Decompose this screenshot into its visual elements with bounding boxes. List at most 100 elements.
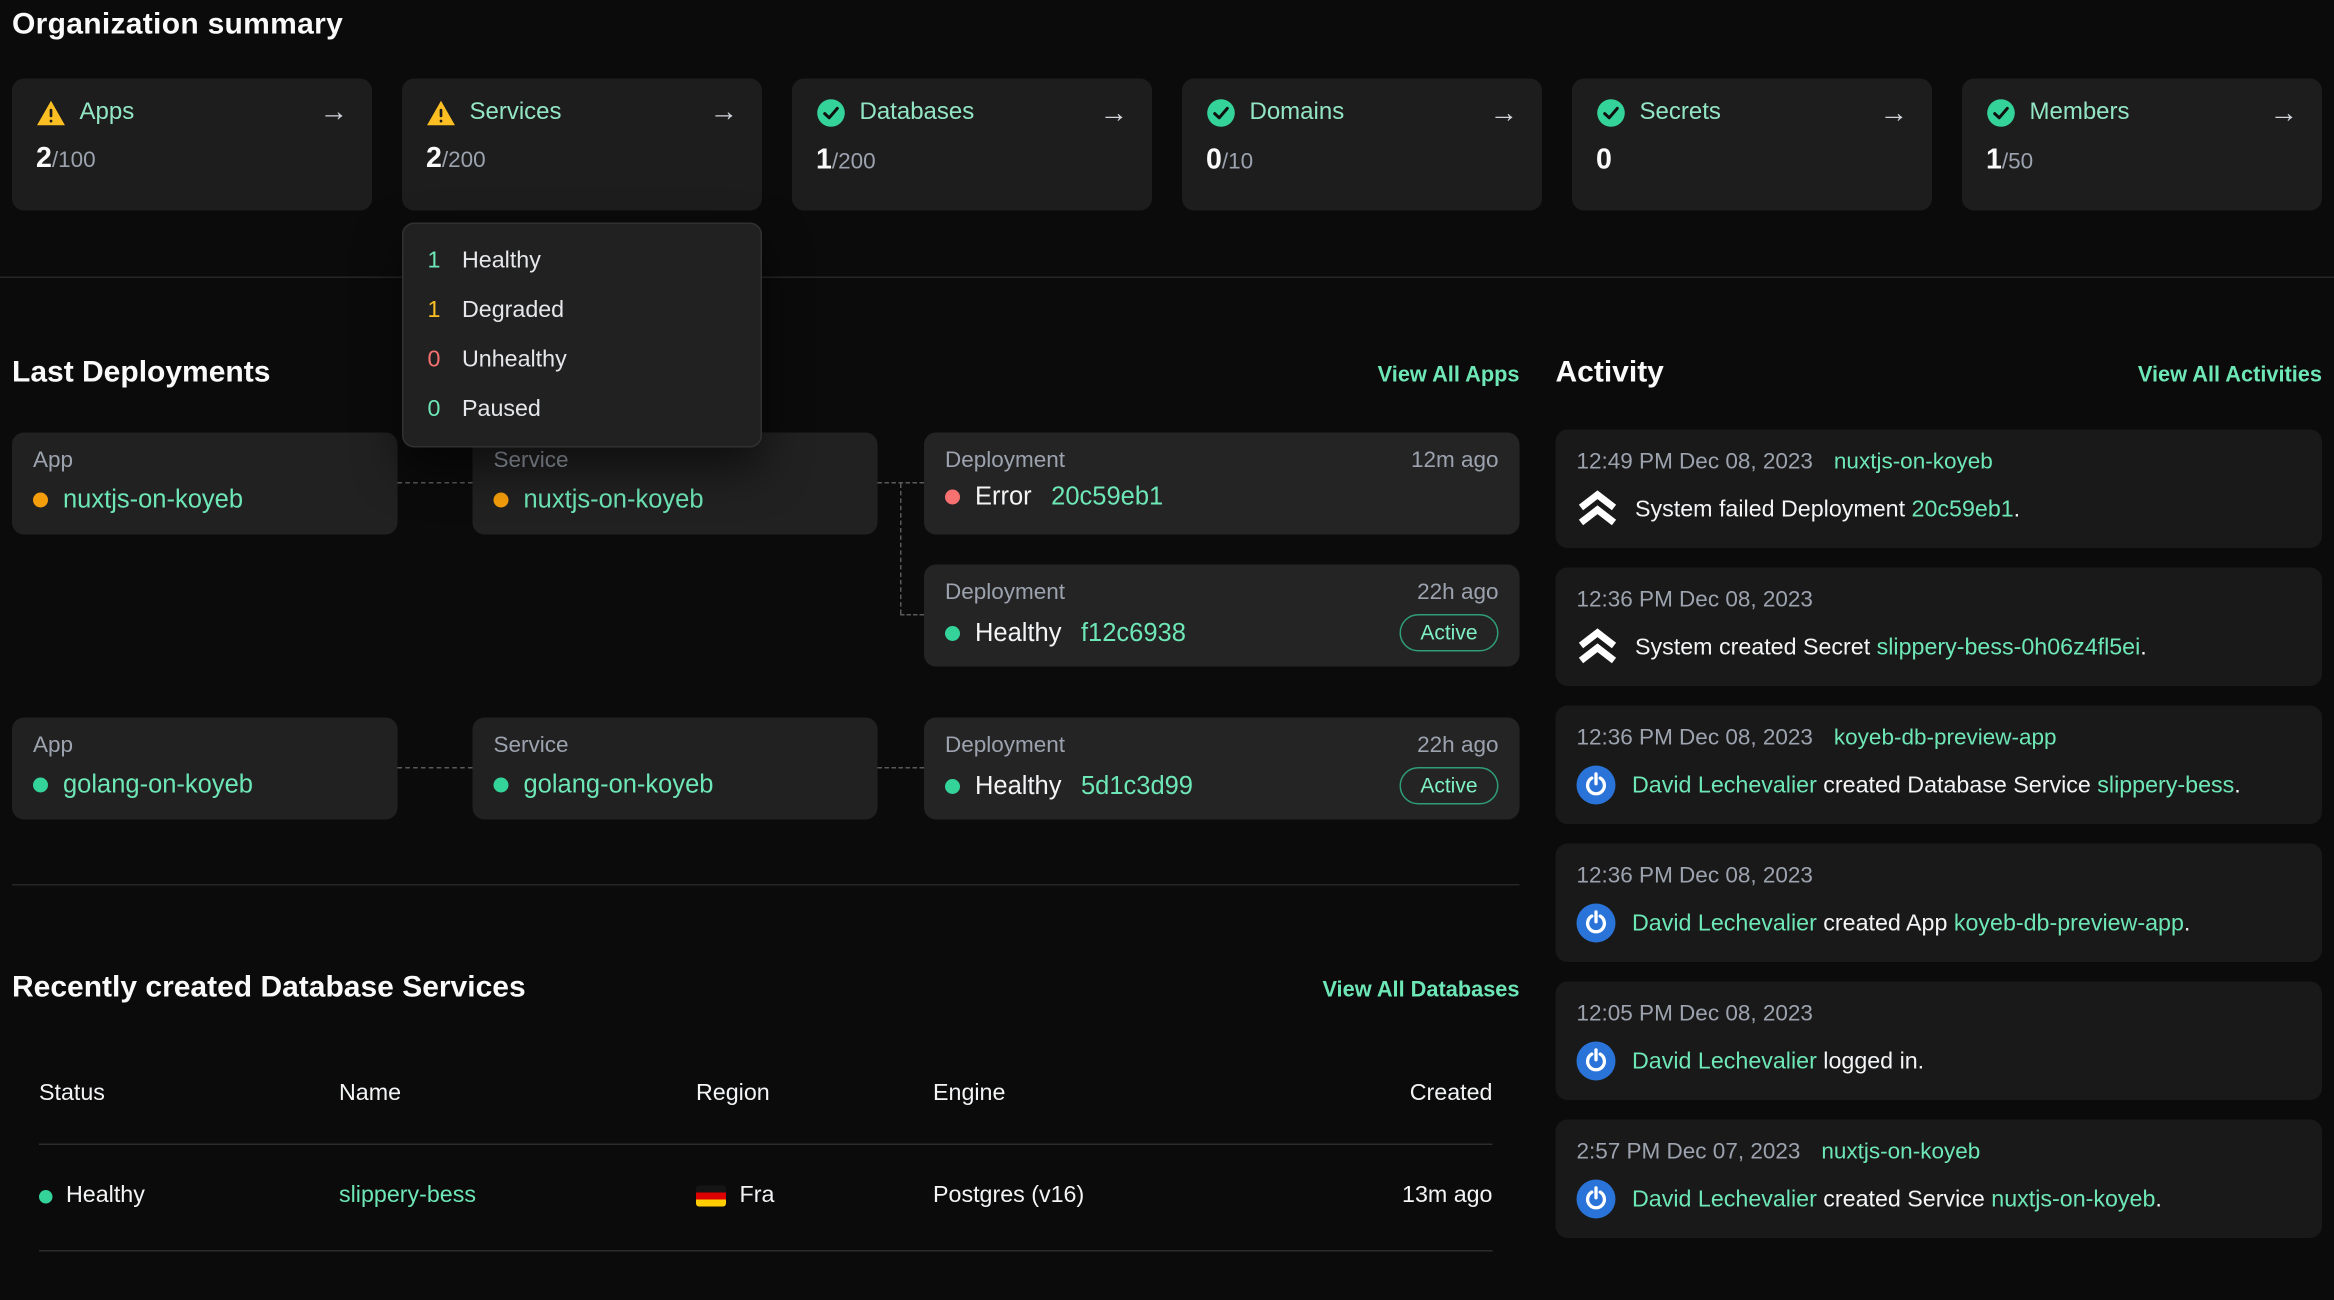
activity-text-link[interactable]: slippery-bess [2097, 773, 2234, 799]
deployment-id-link[interactable]: 5d1c3d99 [1081, 771, 1193, 801]
app-card-label: App [33, 733, 377, 759]
view-all-apps-link[interactable]: View All Apps [1378, 364, 1520, 388]
summary-card-quota: /50 [2002, 149, 2033, 175]
summary-card-members-wrap: Members → 1/50 [1962, 79, 2322, 211]
service-name-link[interactable]: nuxtjs-on-koyeb [524, 485, 704, 515]
activity-time: 12:36 PM Dec 08, 2023 [1577, 862, 1813, 891]
column-header-region: Region [696, 1081, 933, 1108]
popover-row-degraded[interactable]: 1Degraded [404, 286, 761, 336]
activity-context-link[interactable]: nuxtjs-on-koyeb [1821, 1138, 1980, 1167]
app-card[interactable]: App nuxtjs-on-koyeb [12, 433, 398, 535]
connector-line [398, 767, 473, 769]
user-avatar-icon [1577, 904, 1616, 943]
status-dot [945, 490, 960, 505]
service-name-link[interactable]: golang-on-koyeb [524, 770, 714, 800]
activity-time: 12:36 PM Dec 08, 2023 [1577, 724, 1813, 753]
activity-text: . [2234, 773, 2240, 799]
deployment-id-link[interactable]: f12c6938 [1081, 618, 1186, 648]
check-circle-icon [816, 98, 846, 128]
arrow-right-icon[interactable]: → [710, 98, 739, 127]
activity-text-link[interactable]: David Lechevalier [1632, 773, 1817, 799]
activity-time: 12:36 PM Dec 08, 2023 [1577, 586, 1813, 615]
column-header-name: Name [339, 1081, 696, 1108]
summary-card-count: 1 [816, 145, 832, 177]
section-divider [12, 884, 1520, 886]
deployment-card[interactable]: Deployment 22h ago Healthy f12c6938 Acti… [924, 565, 1520, 667]
app-name-link[interactable]: golang-on-koyeb [63, 770, 253, 800]
status-count: 1 [428, 247, 445, 276]
activity-item: 12:36 PM Dec 08, 2023 System created Sec… [1556, 568, 2323, 687]
activity-text-link[interactable]: David Lechevalier [1632, 1187, 1817, 1213]
summary-card-label: Apps [80, 99, 135, 126]
activity-text: System created Secret [1635, 635, 1877, 661]
view-all-activities-link[interactable]: View All Activities [2138, 364, 2322, 388]
service-card[interactable]: Service golang-on-koyeb [473, 718, 878, 820]
activity-item: 12:36 PM Dec 08, 2023 David Lechevalier … [1556, 844, 2323, 963]
deployment-id-link[interactable]: 20c59eb1 [1051, 482, 1163, 512]
activity-item: 12:49 PM Dec 08, 2023 nuxtjs-on-koyeb Sy… [1556, 430, 2323, 549]
popover-row-paused[interactable]: 0Paused [404, 385, 761, 435]
summary-card-count: 2 [426, 143, 442, 175]
summary-card-databases-wrap: Databases → 1/200 [792, 79, 1152, 211]
activity-text-link[interactable]: 20c59eb1 [1912, 497, 2014, 523]
activity-time: 12:49 PM Dec 08, 2023 [1577, 448, 1813, 477]
deployment-label: Deployment [945, 448, 1065, 474]
connector-line [398, 482, 473, 484]
summary-card-services-wrap: Services → 2/200 1Healthy 1Degraded 0Unh… [402, 79, 762, 211]
summary-card-label: Services [470, 99, 562, 126]
status-label: Unhealthy [462, 346, 567, 375]
activity-item: 12:05 PM Dec 08, 2023 David Lechevalier … [1556, 982, 2323, 1101]
app-card[interactable]: App golang-on-koyeb [12, 718, 398, 820]
summary-card-secrets[interactable]: Secrets → 0 [1572, 79, 1932, 211]
arrow-right-icon[interactable]: → [1490, 99, 1519, 128]
activity-text: created Service [1817, 1187, 1991, 1213]
activity-text-link[interactable]: nuxtjs-on-koyeb [1991, 1187, 2155, 1213]
summary-card-secrets-wrap: Secrets → 0 [1572, 79, 1932, 211]
column-header-created: Created [1293, 1081, 1493, 1108]
deployment-card[interactable]: Deployment 12m ago Error 20c59eb1 [924, 433, 1520, 535]
popover-row-unhealthy[interactable]: 0 Unhealthy [404, 335, 761, 385]
databases-table: Status Name Region Engine Created Health… [12, 1081, 1520, 1252]
app-name-link[interactable]: nuxtjs-on-koyeb [63, 485, 243, 515]
activity-text-link[interactable]: slippery-bess-0h06z4fl5ei [1877, 635, 2141, 661]
arrow-right-icon[interactable]: → [2270, 99, 2299, 128]
activity-context-link[interactable]: koyeb-db-preview-app [1834, 724, 2057, 753]
service-card-label: Service [494, 733, 857, 759]
summary-card-databases[interactable]: Databases → 1/200 [792, 79, 1152, 211]
deployment-time: 22h ago [1417, 733, 1498, 759]
status-count: 0 [428, 346, 445, 375]
activity-text-link[interactable]: David Lechevalier [1632, 911, 1817, 937]
summary-card-services[interactable]: Services → 2/200 [402, 79, 762, 211]
arrow-right-icon[interactable]: → [1880, 99, 1909, 128]
service-card[interactable]: Service nuxtjs-on-koyeb [473, 433, 878, 535]
db-created-label: 13m ago [1293, 1183, 1493, 1210]
summary-card-members[interactable]: Members → 1/50 [1962, 79, 2322, 211]
activity-text: . [2184, 911, 2190, 937]
deployment-status: Healthy [975, 618, 1061, 648]
activity-text: . [2014, 497, 2020, 523]
germany-flag-icon [696, 1186, 726, 1207]
summary-card-domains[interactable]: Domains → 0/10 [1182, 79, 1542, 211]
activity-text-link[interactable]: David Lechevalier [1632, 1049, 1817, 1075]
deployment-card[interactable]: Deployment 22h ago Healthy 5d1c3d99 Acti… [924, 718, 1520, 820]
activity-list: 12:49 PM Dec 08, 2023 nuxtjs-on-koyeb Sy… [1556, 430, 2323, 1239]
last-deployments-title: Last Deployments [12, 356, 270, 391]
summary-card-apps[interactable]: Apps → 2/100 [12, 79, 372, 211]
left-column: Last Deployments View All Apps App nuxtj… [12, 356, 1520, 1252]
arrow-right-icon[interactable]: → [320, 98, 349, 127]
status-dot [33, 778, 48, 793]
popover-row-healthy[interactable]: 1Healthy [404, 236, 761, 286]
activity-text-link[interactable]: koyeb-db-preview-app [1954, 911, 2184, 937]
status-label: Paused [462, 395, 541, 424]
table-row[interactable]: Healthy slippery-bess Fra Postgres (v16)… [39, 1145, 1493, 1252]
activity-item: 12:36 PM Dec 08, 2023 koyeb-db-preview-a… [1556, 706, 2323, 825]
db-name-link[interactable]: slippery-bess [339, 1183, 696, 1210]
view-all-databases-link[interactable]: View All Databases [1322, 979, 1519, 1003]
summary-card-domains-wrap: Domains → 0/10 [1182, 79, 1542, 211]
arrow-right-icon[interactable]: → [1100, 99, 1129, 128]
koyeb-logo-icon [1577, 628, 1619, 667]
activity-context-link[interactable]: nuxtjs-on-koyeb [1834, 448, 1993, 477]
summary-card-quota: /100 [52, 148, 96, 174]
db-region-label: Fra [740, 1183, 775, 1210]
activity-title: Activity [1556, 356, 1664, 391]
